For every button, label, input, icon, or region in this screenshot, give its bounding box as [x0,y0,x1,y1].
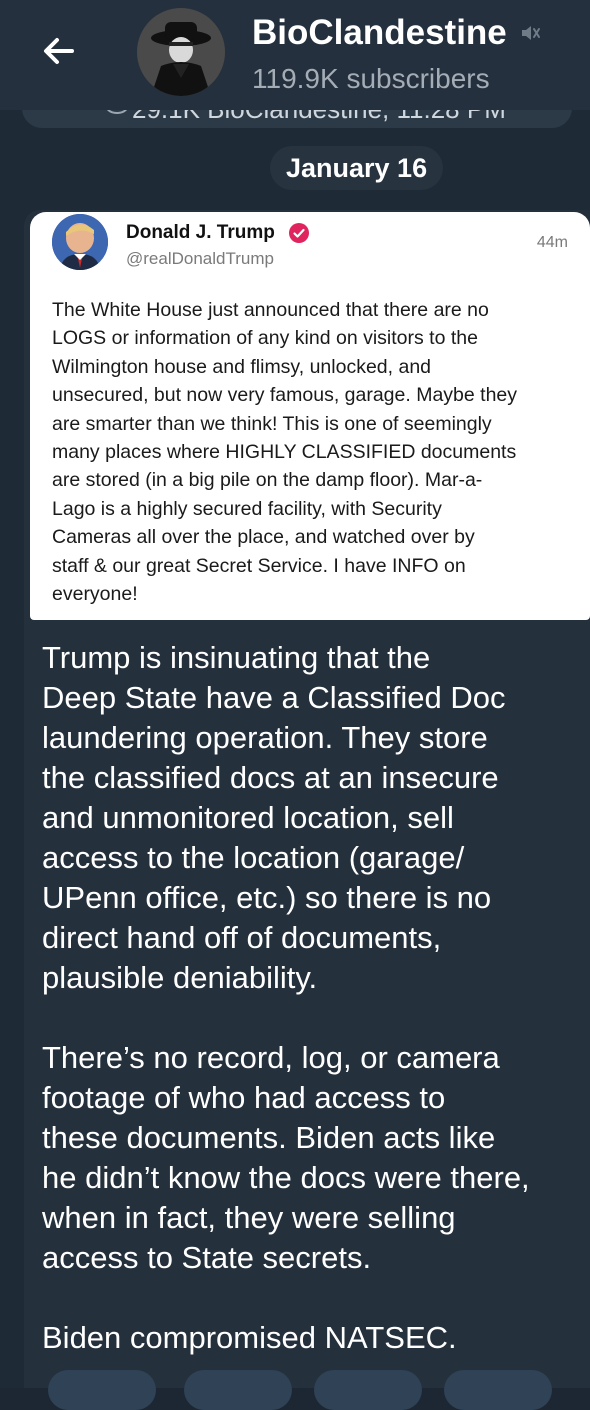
tweet-time: 44m [536,234,568,251]
channel-title[interactable]: BioClandestine [252,12,507,54]
tweet-screenshot[interactable]: Donald J. Trump @realDonaldTrump 44m The… [30,212,590,620]
reaction-chip[interactable] [314,1370,422,1410]
reaction-chip[interactable] [444,1370,552,1410]
tweet-body: The White House just announced that ther… [52,299,518,606]
muted-speaker-icon [522,26,541,40]
subscriber-count: 119.9K subscribers [252,63,490,94]
reactions-bar [24,1370,590,1410]
reaction-chip[interactable] [184,1370,292,1410]
tweet-handle: @realDonaldTrump [126,249,274,268]
arrow-left-icon [44,38,74,64]
tweet-avatar [52,214,108,270]
message-text: Trump is insinuating that the Deep State… [42,640,530,1355]
date-separator: January 16 [270,146,444,190]
chat-header: BioClandestine 119.9K subscribers [0,0,590,110]
tweet-author-name: Donald J. Trump [126,222,275,243]
channel-avatar[interactable] [137,8,225,96]
verified-badge-icon [289,223,309,243]
back-button[interactable] [38,30,80,72]
reaction-chip[interactable] [48,1370,156,1410]
message-bubble[interactable]: Donald J. Trump @realDonaldTrump 44m The… [24,210,590,1388]
